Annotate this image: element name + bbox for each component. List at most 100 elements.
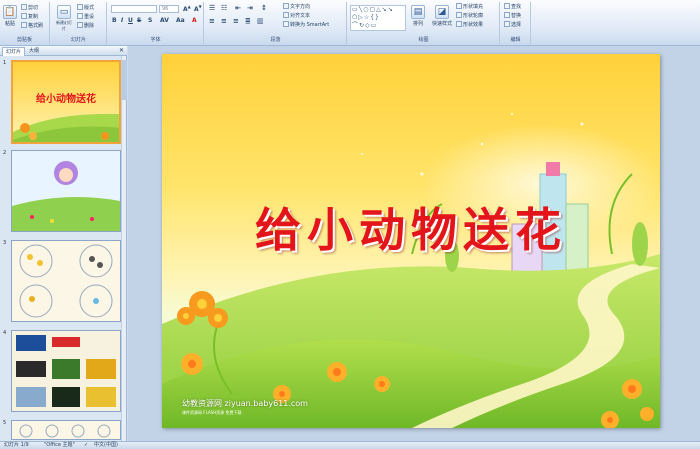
format-painter-button[interactable]: 格式刷 <box>21 22 43 30</box>
watermark-subtext: 课件资源网 FLASH资源 免费下载 <box>182 410 242 415</box>
new-slide-icon: ▭ <box>57 5 71 19</box>
slide-editing-area: 给小动物送花 幼教资源网 ziyuan.baby611.com 课件资源网 FL… <box>128 46 700 441</box>
editing-label: 编辑 <box>510 37 521 43</box>
theme-name: "Office 主题" <box>44 442 75 448</box>
slide-3-preview <box>12 241 120 321</box>
align-text-icon <box>283 12 289 18</box>
shape-effects-button[interactable]: 形状效果 <box>456 21 483 29</box>
smartart-button[interactable]: 转换为 SmartArt <box>283 21 329 29</box>
layout-button[interactable]: 版式 <box>77 4 94 12</box>
smartart-icon <box>283 21 289 27</box>
replace-button[interactable]: 替换 <box>504 12 521 20</box>
select-arrow-icon <box>504 21 510 27</box>
bold-icon[interactable]: B <box>112 17 117 24</box>
copy-button[interactable]: 复制 <box>21 13 38 21</box>
slide-thumbnail[interactable] <box>11 240 121 322</box>
slide-2-preview <box>12 151 120 231</box>
align-left-icon[interactable]: ≡ <box>209 17 215 25</box>
decrease-indent-icon[interactable]: ⇤ <box>235 4 241 12</box>
change-case-icon[interactable]: Aa <box>176 17 185 24</box>
shapes-gallery[interactable]: ▭╲○▢△↘↘ ⬠▷☆{}⌒↻◇▭ <box>350 5 406 31</box>
select-button[interactable]: 选择 <box>504 21 521 29</box>
tab-slides[interactable]: 幻灯片 <box>2 47 26 56</box>
slide-thumbnail[interactable] <box>11 420 121 440</box>
underline-icon[interactable]: U <box>128 17 133 24</box>
ribbon: 📋 粘贴 剪切 复制 格式刷 剪贴板 ▭ 新建幻灯片 版式 重设 删除 幻灯片 … <box>0 0 700 46</box>
slide-thumbnail[interactable]: 给小动物送花 <box>11 60 121 144</box>
brush-icon <box>21 22 27 28</box>
binoculars-icon <box>504 3 510 9</box>
numbering-icon[interactable]: ☷ <box>221 4 227 12</box>
slides-label: 幻灯片 <box>70 37 86 43</box>
align-center-icon[interactable]: ≡ <box>221 17 227 25</box>
slide-thumbnail[interactable] <box>11 330 121 412</box>
align-right-icon[interactable]: ≡ <box>233 17 239 25</box>
layout-icon <box>77 4 83 10</box>
line-spacing-icon[interactable]: ↕ <box>261 4 267 12</box>
font-size-combo[interactable]: 96 <box>159 5 179 13</box>
paste-icon: 📋 <box>3 5 17 19</box>
scissors-icon <box>21 4 27 10</box>
language-indicator: 中文(中国) <box>94 442 118 448</box>
slide-number: 1 <box>3 60 7 66</box>
char-spacing-icon[interactable]: AV <box>160 17 169 24</box>
quick-styles-icon: ◪ <box>435 5 449 19</box>
clipboard-group: 📋 粘贴 剪切 复制 格式刷 剪贴板 <box>0 2 50 44</box>
cut-button[interactable]: 剪切 <box>21 4 38 12</box>
slide-number: 2 <box>3 150 7 156</box>
columns-icon[interactable]: ▥ <box>257 17 264 25</box>
close-icon[interactable]: ✕ <box>119 47 124 54</box>
align-text-button[interactable]: 对齐文本 <box>283 12 310 20</box>
drawing-label: 绘图 <box>418 37 429 43</box>
quick-styles-button[interactable]: ◪ 快速样式 <box>430 5 454 27</box>
text-direction-icon <box>283 3 289 9</box>
arrange-button[interactable]: ▤ 排列 <box>410 5 426 27</box>
slides-group: ▭ 新建幻灯片 版式 重设 删除 幻灯片 <box>51 2 107 44</box>
bullets-icon[interactable]: ☰ <box>209 4 215 12</box>
increase-indent-icon[interactable]: ⇥ <box>247 4 253 12</box>
slide-number: 5 <box>3 420 7 426</box>
slide-thumbnail[interactable] <box>11 150 121 232</box>
justify-icon[interactable]: ≣ <box>245 17 251 25</box>
font-name-combo[interactable] <box>111 5 157 13</box>
shape-fill-button[interactable]: 形状填充 <box>456 3 483 11</box>
font-color-icon[interactable]: A <box>192 17 197 24</box>
panel-scrollbar[interactable] <box>121 56 127 441</box>
grow-font-icon[interactable]: A▲ <box>183 4 191 13</box>
watermark-text: 幼教资源网 ziyuan.baby611.com <box>182 399 308 408</box>
panel-tabs: 幻灯片 大纲 ✕ <box>0 46 127 56</box>
copy-icon <box>21 13 27 19</box>
arrange-icon: ▤ <box>411 5 425 19</box>
slide-number: 4 <box>3 330 7 336</box>
outline-pen-icon <box>456 12 462 18</box>
current-slide[interactable]: 给小动物送花 幼教资源网 ziyuan.baby611.com 课件资源网 FL… <box>162 54 660 428</box>
paragraph-label: 段落 <box>270 37 281 43</box>
drawing-group: ▭╲○▢△↘↘ ⬠▷☆{}⌒↻◇▭ ▤ 排列 ◪ 快速样式 形状填充 形状轮廓 … <box>348 2 500 44</box>
font-group: 96 A▲ A▼ B I U S S AV Aa A 字体 <box>108 2 204 44</box>
slide-number: 3 <box>3 240 7 246</box>
delete-button[interactable]: 删除 <box>77 22 94 30</box>
strikethrough-icon[interactable]: S <box>137 17 141 24</box>
tab-outline[interactable]: 大纲 <box>26 47 42 56</box>
slide-4-preview <box>12 331 120 411</box>
shadow-icon[interactable]: S <box>148 17 152 24</box>
shape-outline-button[interactable]: 形状轮廓 <box>456 12 483 20</box>
scrollbar-thumb[interactable] <box>122 60 127 100</box>
find-button[interactable]: 查找 <box>504 3 521 11</box>
slide-count: 幻灯片 1/9 <box>4 442 29 448</box>
paste-button[interactable]: 📋 粘贴 <box>2 5 18 27</box>
clipboard-label: 剪贴板 <box>16 37 32 43</box>
spell-check-icon[interactable]: ✓ <box>84 442 88 449</box>
fill-bucket-icon <box>456 3 462 9</box>
italic-icon[interactable]: I <box>121 17 123 24</box>
new-slide-button[interactable]: ▭ 新建幻灯片 <box>55 5 73 32</box>
reset-button[interactable]: 重设 <box>77 13 94 21</box>
status-bar: 幻灯片 1/9 "Office 主题" ✓ 中文(中国) <box>0 441 700 449</box>
shrink-font-icon[interactable]: A▼ <box>194 4 202 13</box>
thumbnail-title: 给小动物送花 <box>36 94 96 105</box>
delete-icon <box>77 22 83 28</box>
text-direction-button[interactable]: 文字方向 <box>283 3 310 11</box>
slide-5-preview <box>12 421 120 439</box>
slide-title[interactable]: 给小动物送花 <box>162 194 660 260</box>
slides-panel: 幻灯片 大纲 ✕ 1 给小动物送花 2 3 4 5 <box>0 46 127 441</box>
